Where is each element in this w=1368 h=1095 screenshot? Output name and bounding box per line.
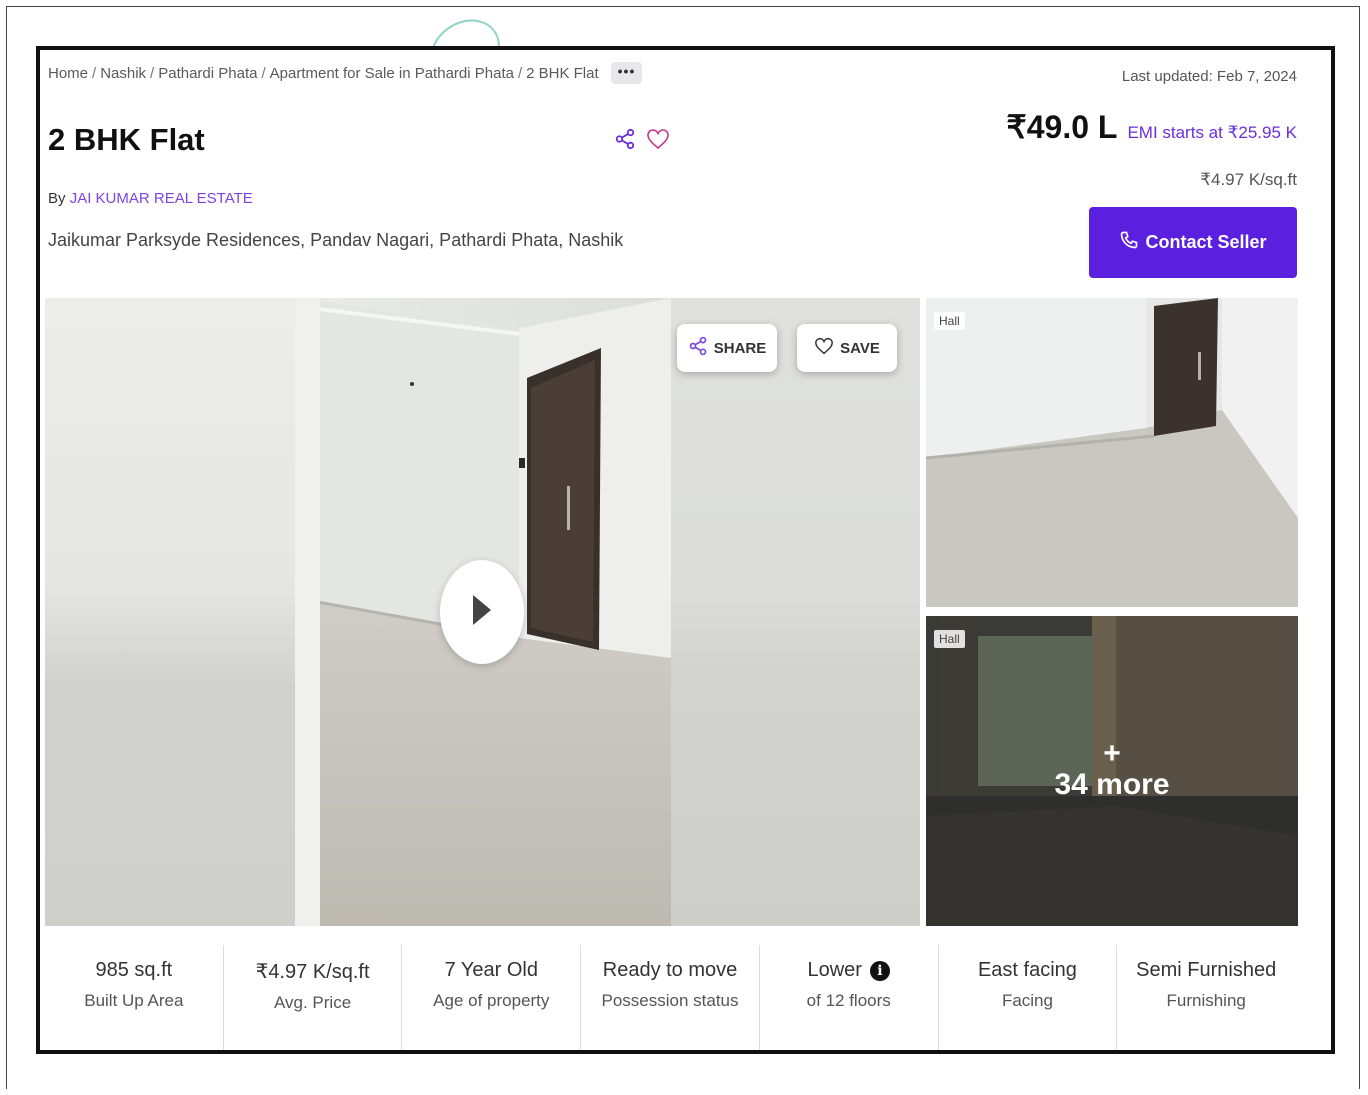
plus-icon: +	[1103, 737, 1121, 770]
share-icon	[688, 336, 708, 360]
gallery-save-button[interactable]: SAVE	[797, 324, 897, 372]
stat-possession: Ready to move Possession status	[580, 945, 759, 1050]
stat-value: Semi Furnished	[1136, 959, 1277, 981]
stat-value: Ready to move	[602, 959, 738, 981]
page-title: 2 BHK Flat	[48, 122, 205, 157]
play-video-button[interactable]	[440, 560, 524, 664]
contact-seller-button[interactable]: Contact Seller	[1089, 207, 1297, 278]
main-gallery-video[interactable]: SHARE SAVE	[45, 298, 920, 926]
phone-icon	[1119, 230, 1139, 255]
stat-value: ₹4.97 K/sq.ft	[255, 961, 370, 983]
breadcrumb-city[interactable]: Nashik	[100, 65, 146, 82]
emi-link[interactable]: EMI starts at ₹25.95 K	[1127, 123, 1297, 143]
breadcrumb-separator: /	[150, 64, 155, 82]
breadcrumb-current: 2 BHK Flat	[526, 64, 599, 82]
property-detail-card: Home / Nashik / Pathardi Phata / Apartme…	[36, 46, 1335, 1054]
property-address: Jaikumar Parksyde Residences, Pandav Nag…	[48, 230, 624, 250]
stat-label: of 12 floors	[806, 991, 891, 1010]
play-icon	[471, 593, 493, 632]
stat-label: Age of property	[433, 991, 550, 1010]
stat-built-up-area: 985 sq.ft Built Up Area	[45, 945, 223, 1050]
seller-line: By JAI KUMAR REAL ESTATE	[48, 190, 253, 207]
contact-seller-label: Contact Seller	[1145, 232, 1267, 252]
seller-link[interactable]: JAI KUMAR REAL ESTATE	[70, 190, 253, 207]
share-icon[interactable]	[614, 128, 636, 150]
gallery-thumbnail[interactable]: Hall	[926, 298, 1298, 607]
by-prefix: By	[48, 190, 66, 207]
gallery-share-button[interactable]: SHARE	[677, 324, 777, 372]
breadcrumb-separator: /	[261, 64, 266, 82]
breadcrumb-locality[interactable]: Pathardi Phata	[158, 65, 257, 82]
heart-icon	[814, 337, 834, 359]
stat-label: Built Up Area	[84, 991, 184, 1010]
stat-label: Possession status	[601, 991, 739, 1010]
stat-label: Facing	[1001, 991, 1053, 1010]
price-row: ₹49.0 L EMI starts at ₹25.95 K	[1006, 108, 1297, 146]
more-photos-overlay[interactable]: + 34 more	[926, 616, 1298, 926]
room-tag: Hall	[934, 312, 965, 330]
price-per-sqft: ₹4.97 K/sq.ft	[1200, 170, 1297, 189]
breadcrumb-home[interactable]: Home	[48, 65, 88, 82]
info-icon[interactable]: i	[869, 960, 890, 981]
stat-avg-price: ₹4.97 K/sq.ft Avg. Price	[222, 945, 402, 1050]
stat-label: Furnishing	[1166, 991, 1246, 1010]
stat-value: 985 sq.ft	[95, 959, 173, 981]
more-photos-count: 34 more	[1054, 768, 1170, 801]
blurred-backdrop-left	[45, 298, 295, 926]
stat-facing: East facing Facing	[937, 945, 1117, 1050]
stat-value: East facing	[977, 959, 1077, 981]
breadcrumb: Home / Nashik / Pathardi Phata / Apartme…	[48, 62, 643, 84]
heart-icon[interactable]	[646, 128, 670, 150]
breadcrumb-more-button[interactable]: •••	[610, 62, 643, 84]
stat-floor: Lower i of 12 floors	[758, 945, 938, 1050]
price: ₹49.0 L	[1006, 109, 1118, 145]
property-stats: 985 sq.ft Built Up Area ₹4.97 K/sq.ft Av…	[45, 945, 1295, 1050]
breadcrumb-separator: /	[92, 64, 97, 82]
save-label: SAVE	[840, 339, 880, 357]
stat-age: 7 Year Old Age of property	[401, 945, 580, 1050]
stat-furnishing: Semi Furnished Furnishing	[1116, 945, 1295, 1050]
breadcrumb-category[interactable]: Apartment for Sale in Pathardi Phata	[270, 65, 514, 82]
stat-value: Lower	[807, 959, 862, 981]
blurred-backdrop-right	[670, 298, 920, 926]
stat-value: 7 Year Old	[444, 959, 538, 981]
gallery-more-thumbnail[interactable]: Hall + 34 more	[926, 616, 1298, 926]
breadcrumb-separator: /	[517, 64, 523, 82]
last-updated-text: Last updated: Feb 7, 2024	[1121, 68, 1297, 85]
stat-value-row: Lower i	[760, 959, 938, 982]
share-label: SHARE	[713, 339, 767, 357]
stat-label: Avg. Price	[273, 993, 352, 1012]
title-actions	[614, 128, 670, 150]
